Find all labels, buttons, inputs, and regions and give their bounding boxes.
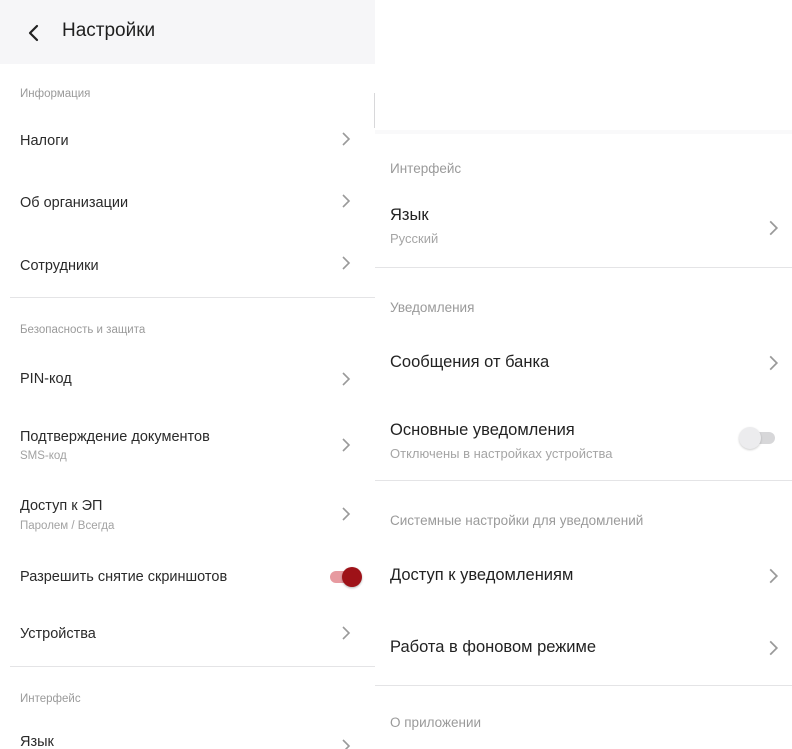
chevron-right-icon (769, 220, 779, 236)
item-label: Налоги (20, 133, 69, 149)
settings-item-ep-access[interactable]: Доступ к ЭП Паролем / Всегда (0, 488, 375, 538)
scroll-indicator (374, 93, 375, 128)
top-strip (375, 130, 792, 134)
chevron-right-icon (342, 372, 351, 386)
section-header-interface: Интерфейс (390, 161, 462, 176)
chevron-right-icon (342, 194, 351, 208)
section-header-about: О приложении (390, 715, 482, 730)
settings-item-language[interactable]: Язык (0, 722, 375, 749)
section-header-system: Системные настройки для уведомлений (390, 513, 644, 528)
item-value: Паролем / Всегда (20, 520, 115, 532)
settings-screen-right: Интерфейс Язык Русский Уведомления Сообщ… (375, 130, 792, 749)
main-notifications-toggle[interactable] (739, 427, 777, 449)
section-header-interface: Интерфейс (20, 693, 81, 705)
page-title: Настройки (62, 20, 156, 41)
item-label: Язык (390, 206, 429, 224)
divider (10, 297, 375, 298)
settings-item-employees[interactable]: Сотрудники (0, 242, 375, 288)
item-label: Доступ к ЭП (20, 498, 103, 514)
divider (375, 267, 792, 268)
settings-item-taxes[interactable]: Налоги (0, 118, 375, 164)
settings-item-devices[interactable]: Устройства (0, 612, 375, 658)
settings-item-bank-messages[interactable]: Сообщения от банка (375, 338, 792, 388)
divider (10, 666, 375, 667)
chevron-right-icon (342, 507, 351, 521)
item-value: SMS-код (20, 450, 67, 462)
chevron-right-icon (342, 626, 351, 640)
chevron-left-icon[interactable] (26, 24, 42, 42)
settings-item-background-mode[interactable]: Работа в фоновом режиме (375, 622, 792, 674)
settings-item-doc-confirm[interactable]: Подтверждение документов SMS-код (0, 418, 375, 468)
section-header-info: Информация (20, 88, 91, 100)
app-screen: Настройки Информация Налоги Об организац… (0, 0, 792, 749)
item-value: Русский (390, 231, 439, 246)
item-label: Язык (20, 734, 54, 749)
chevron-right-icon (342, 739, 351, 749)
item-label: Основные уведомления (390, 421, 575, 439)
settings-item-language[interactable]: Язык Русский (375, 196, 792, 256)
item-label: Сообщения от банка (390, 353, 550, 371)
settings-item-main-notifications: Основные уведомления Отключены в настрой… (375, 412, 792, 470)
section-header-security: Безопасность и защита (20, 324, 146, 336)
item-label: Работа в фоновом режиме (390, 638, 597, 656)
toggle-knob (342, 567, 362, 587)
settings-item-organization[interactable]: Об организации (0, 180, 375, 226)
item-label: PIN-код (20, 371, 72, 387)
divider (375, 685, 792, 686)
settings-item-screenshots: Разрешить снятие скриншотов (0, 556, 375, 600)
divider (375, 480, 792, 481)
chevron-right-icon (769, 640, 779, 656)
section-header-notifications: Уведомления (390, 300, 475, 315)
settings-screen-left: Настройки Информация Налоги Об организац… (0, 0, 375, 749)
chevron-right-icon (342, 438, 351, 452)
chevron-right-icon (342, 132, 351, 146)
item-label: Устройства (20, 626, 96, 642)
item-label: Подтверждение документов (20, 429, 210, 445)
chevron-right-icon (342, 256, 351, 270)
top-app-bar: Настройки (0, 0, 375, 64)
toggle-knob (739, 427, 761, 449)
item-value: Отключены в настройках устройства (390, 446, 613, 461)
settings-item-notification-access[interactable]: Доступ к уведомлениям (375, 550, 792, 602)
screenshots-toggle[interactable] (328, 567, 362, 587)
settings-item-pin[interactable]: PIN-код (0, 356, 375, 402)
item-label: Доступ к уведомлениям (390, 566, 574, 584)
item-label: Разрешить снятие скриншотов (20, 569, 228, 585)
item-label: Об организации (20, 195, 129, 211)
chevron-right-icon (769, 355, 779, 371)
chevron-right-icon (769, 568, 779, 584)
item-label: Сотрудники (20, 258, 99, 274)
